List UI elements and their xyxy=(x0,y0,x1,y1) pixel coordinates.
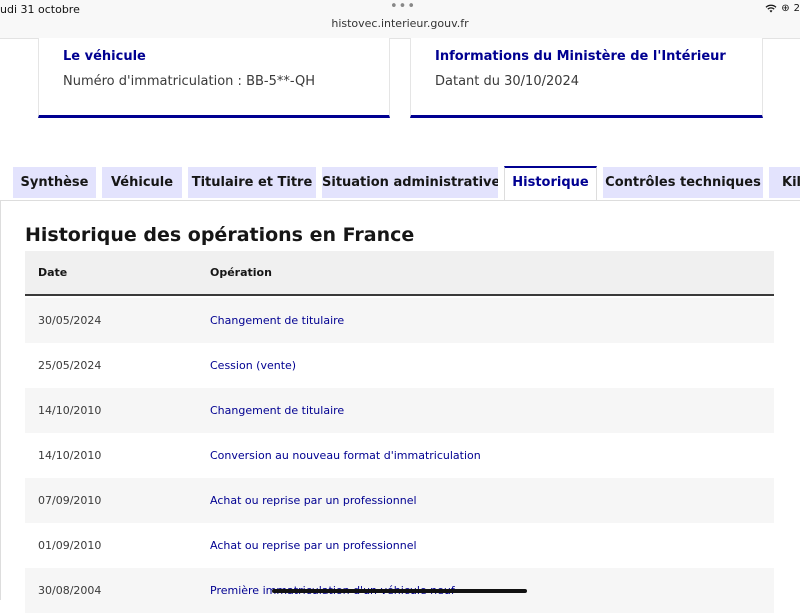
rotation-lock-icon: ⊕ xyxy=(781,3,790,14)
tab-titulaire-titre[interactable]: Titulaire et Titre xyxy=(188,167,316,198)
row-operation-link[interactable]: Changement de titulaire xyxy=(210,314,344,327)
status-time: udi 31 octobre xyxy=(0,3,80,16)
column-header-operation: Opération xyxy=(210,266,272,279)
row-operation-link[interactable]: Changement de titulaire xyxy=(210,404,344,417)
section-title: Historique des opérations en France xyxy=(25,224,415,246)
table-row: 25/05/2024 Cession (vente) xyxy=(25,343,774,388)
tab-kilometrage[interactable]: Kilo xyxy=(769,167,800,198)
row-date: 30/08/2004 xyxy=(38,584,102,597)
row-operation-link[interactable]: Achat ou reprise par un professionnel xyxy=(210,494,417,507)
status-icons: ⊕ 2 xyxy=(765,3,800,14)
tab-synthese[interactable]: Synthèse xyxy=(13,167,96,198)
row-date: 14/10/2010 xyxy=(38,404,102,417)
tab-historique[interactable]: Historique xyxy=(504,166,597,200)
table-row: 07/09/2010 Achat ou reprise par un profe… xyxy=(25,478,774,523)
status-bar: udi 31 octobre ••• histovec.interieur.go… xyxy=(0,0,800,39)
battery-text: 2 xyxy=(793,3,800,14)
table-body: 30/05/2024 Changement de titulaire 25/05… xyxy=(25,298,774,613)
row-operation-link[interactable]: Conversion au nouveau format d'immatricu… xyxy=(210,449,481,462)
url-bar[interactable]: histovec.interieur.gouv.fr xyxy=(0,17,800,30)
tab-situation-administrative[interactable]: Situation administrative xyxy=(322,167,498,198)
table-row: 14/10/2010 Conversion au nouveau format … xyxy=(25,433,774,478)
row-operation-link[interactable]: Cession (vente) xyxy=(210,359,296,372)
table-row: 30/05/2024 Changement de titulaire xyxy=(25,298,774,343)
row-date: 01/09/2010 xyxy=(38,539,102,552)
column-header-date: Date xyxy=(38,266,68,279)
row-date: 25/05/2024 xyxy=(38,359,102,372)
table-row: 14/10/2010 Changement de titulaire xyxy=(25,388,774,433)
tab-controles-techniques[interactable]: Contrôles techniques xyxy=(603,167,763,198)
table-row: 01/09/2010 Achat ou reprise par un profe… xyxy=(25,523,774,568)
row-date: 07/09/2010 xyxy=(38,494,102,507)
wifi-icon xyxy=(765,4,777,13)
row-operation-link[interactable]: Achat ou reprise par un professionnel xyxy=(210,539,417,552)
vehicle-card-title: Le véhicule xyxy=(63,49,146,64)
row-date: 30/05/2024 xyxy=(38,314,102,327)
row-date: 14/10/2010 xyxy=(38,449,102,462)
info-date: Datant du 30/10/2024 xyxy=(435,74,580,89)
registration-number: Numéro d'immatriculation : BB-5**-QH xyxy=(63,74,316,89)
home-indicator[interactable] xyxy=(272,589,527,593)
ministry-card-title: Informations du Ministère de l'Intérieur xyxy=(435,49,726,64)
vehicle-card: Le véhicule Numéro d'immatriculation : B… xyxy=(38,38,390,118)
tab-vehicule[interactable]: Véhicule xyxy=(102,167,182,198)
ministry-info-card: Informations du Ministère de l'Intérieur… xyxy=(410,38,763,118)
more-dots-icon[interactable]: ••• xyxy=(390,0,416,14)
tab-bar: Synthèse Véhicule Titulaire et Titre Sit… xyxy=(0,166,800,201)
table-header: Date Opération xyxy=(25,251,774,296)
